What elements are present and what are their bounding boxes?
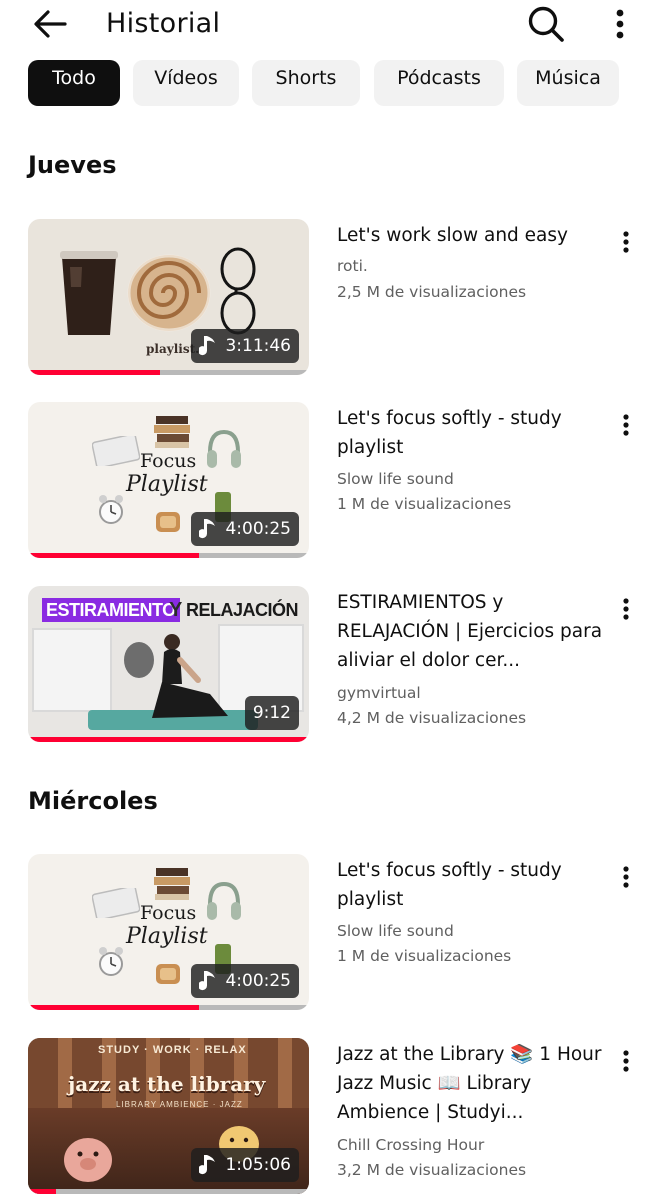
video-menu-button[interactable] bbox=[612, 1046, 640, 1076]
more-vert-icon bbox=[623, 231, 629, 253]
alarm-clock-art bbox=[99, 495, 123, 524]
watch-progress-fill bbox=[28, 370, 161, 375]
duration-badge: 3:11:46 bbox=[191, 329, 299, 363]
video-title[interactable]: Let's focus softly - study playlist bbox=[337, 856, 605, 914]
view-count: 1 M de visualizaciones bbox=[337, 947, 512, 965]
video-menu-button[interactable] bbox=[612, 227, 640, 257]
thumb-label-relajacion: RELAJACIÓN bbox=[186, 600, 299, 620]
channel-name: roti. bbox=[337, 257, 368, 275]
thumb-label-y: Y bbox=[169, 599, 183, 621]
section-title-jueves: Jueves bbox=[28, 151, 117, 179]
channel-name: Chill Crossing Hour bbox=[337, 1136, 485, 1154]
thumb-label-study-work-relax: STUDY · WORK · RELAX bbox=[98, 1044, 247, 1056]
video-thumbnail[interactable]: ESTIRAMIENTO Y RELAJACIÓN 9:12 bbox=[28, 586, 309, 742]
glasses-art bbox=[220, 247, 256, 335]
channel-name: gymvirtual bbox=[337, 684, 421, 702]
thumbnail-caption-playlist: Playlist bbox=[126, 472, 208, 497]
view-count: 2,5 M de visualizaciones bbox=[337, 283, 527, 301]
duration-badge: 9:12 bbox=[244, 696, 299, 730]
view-count: 3,2 M de visualizaciones bbox=[337, 1161, 527, 1179]
thumbnail-caption-playlist: Playlist bbox=[126, 924, 208, 949]
video-thumbnail[interactable]: playlist. 3:11:46 bbox=[28, 219, 309, 375]
alarm-clock-art bbox=[99, 947, 123, 976]
history-video-item[interactable]: Focus Playlist 4:00:25 Let's focus softl… bbox=[0, 854, 660, 1014]
music-note-icon bbox=[199, 1155, 216, 1175]
video-title[interactable]: Let's focus softly - study playlist bbox=[337, 404, 605, 462]
headphones-art bbox=[207, 881, 241, 920]
chip-podcasts[interactable]: Pódcasts bbox=[374, 60, 504, 106]
top-app-bar: Historial bbox=[0, 0, 660, 50]
channel-name: Slow life sound bbox=[337, 922, 454, 940]
video-thumbnail[interactable]: STUDY · WORK · RELAX jazz at the library… bbox=[28, 1038, 309, 1194]
chip-videos[interactable]: Vídeos bbox=[133, 60, 239, 106]
video-menu-button[interactable] bbox=[612, 410, 640, 440]
video-title[interactable]: Let's work slow and easy bbox=[337, 221, 605, 250]
thumbnail-caption-focus: Focus bbox=[140, 902, 197, 924]
more-vert-icon bbox=[616, 9, 624, 39]
watch-progress-bar bbox=[28, 1189, 309, 1194]
video-menu-button[interactable] bbox=[612, 862, 640, 892]
duration-badge: 1:05:06 bbox=[191, 1148, 299, 1182]
laptop-art bbox=[92, 436, 140, 466]
filter-chips: Todo Vídeos Shorts Pódcasts Música bbox=[28, 60, 660, 106]
video-thumbnail[interactable]: Focus Playlist 4:00:25 bbox=[28, 854, 309, 1010]
books-art bbox=[154, 416, 190, 448]
woman-stretching-art bbox=[152, 634, 228, 718]
page-title: Historial bbox=[106, 8, 221, 39]
more-vert-icon bbox=[623, 598, 629, 620]
character-pig-art bbox=[64, 1138, 112, 1182]
headphones-art bbox=[207, 429, 241, 468]
shelf-left-art bbox=[32, 628, 112, 712]
books-art bbox=[154, 868, 190, 900]
chip-todo[interactable]: Todo bbox=[28, 60, 120, 106]
history-video-item[interactable]: Focus Playlist 4:00:25 Let's focus softl… bbox=[0, 402, 660, 562]
toast-art bbox=[156, 964, 180, 984]
video-title[interactable]: Jazz at the Library 📚 1 Hour Jazz Music … bbox=[337, 1040, 605, 1127]
arrow-back-icon bbox=[34, 10, 67, 38]
thumb-label-library-ambience: LIBRARY AMBIENCE · JAZZ bbox=[116, 1100, 243, 1109]
video-thumbnail[interactable]: Focus Playlist 4:00:25 bbox=[28, 402, 309, 558]
music-note-icon bbox=[199, 971, 216, 991]
watch-progress-bar bbox=[28, 553, 309, 558]
watch-progress-fill bbox=[28, 553, 200, 558]
watch-progress-bar bbox=[28, 737, 309, 742]
chip-shorts[interactable]: Shorts bbox=[252, 60, 360, 106]
duration-badge: 4:00:25 bbox=[191, 512, 299, 546]
thumbnail-caption-focus: Focus bbox=[140, 450, 197, 472]
thumb-label-jazz-at-the-library: jazz at the library bbox=[68, 1072, 266, 1096]
music-note-icon bbox=[199, 336, 216, 356]
search-button[interactable] bbox=[524, 2, 568, 46]
watch-progress-fill bbox=[28, 1005, 200, 1010]
watch-progress-fill bbox=[28, 1189, 57, 1194]
search-icon bbox=[528, 6, 564, 42]
channel-name: Slow life sound bbox=[337, 470, 454, 488]
watch-progress-bar bbox=[28, 1005, 309, 1010]
iced-coffee-art bbox=[60, 251, 118, 335]
more-vert-icon bbox=[623, 866, 629, 888]
music-note-icon bbox=[199, 519, 216, 539]
history-video-item[interactable]: STUDY · WORK · RELAX jazz at the library… bbox=[0, 1038, 660, 1198]
video-title[interactable]: ESTIRAMIENTOS y RELAJACIÓN | Ejercicios … bbox=[337, 588, 605, 675]
video-menu-button[interactable] bbox=[612, 594, 640, 624]
history-video-item[interactable]: ESTIRAMIENTO Y RELAJACIÓN 9:12 ESTIRAMIE… bbox=[0, 586, 660, 746]
thumb-label-estiramiento: ESTIRAMIENTO bbox=[42, 598, 180, 622]
laptop-art bbox=[92, 888, 140, 918]
watch-progress-fill bbox=[28, 737, 309, 742]
cinnamon-roll-art bbox=[127, 254, 211, 332]
toast-art bbox=[156, 512, 180, 532]
more-vert-icon bbox=[623, 414, 629, 436]
history-video-item[interactable]: playlist. 3:11:46 Let's work slow and ea… bbox=[0, 219, 660, 379]
more-vert-icon bbox=[623, 1050, 629, 1072]
chip-musica[interactable]: Música bbox=[517, 60, 619, 106]
section-title-miercoles: Miércoles bbox=[28, 787, 158, 815]
back-button[interactable] bbox=[28, 4, 72, 44]
watch-progress-bar bbox=[28, 370, 309, 375]
more-options-button[interactable] bbox=[602, 2, 638, 46]
view-count: 4,2 M de visualizaciones bbox=[337, 709, 527, 727]
view-count: 1 M de visualizaciones bbox=[337, 495, 512, 513]
duration-badge: 4:00:25 bbox=[191, 964, 299, 998]
